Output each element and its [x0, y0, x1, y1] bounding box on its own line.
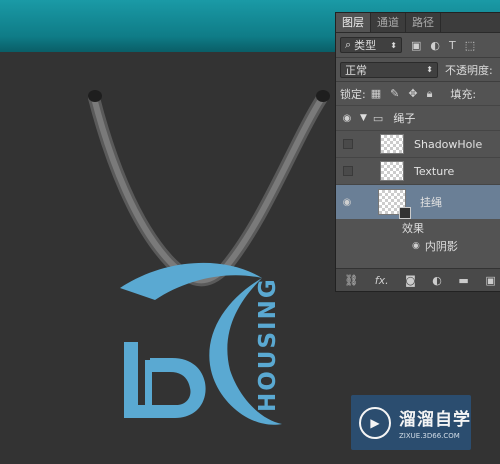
layer-row[interactable]: Texture [336, 157, 500, 184]
link-icon[interactable]: ⛓︎ [344, 274, 358, 287]
layer-row[interactable]: ShadowHole [336, 130, 500, 157]
effects-label: 效果 [402, 222, 424, 235]
search-icon: ⌕ [345, 38, 352, 51]
layer-thumbnail [380, 161, 404, 181]
layer-thumbnail [380, 134, 404, 154]
disclosure-triangle-icon[interactable]: ▼ [360, 113, 367, 123]
layer-name: ShadowHole [414, 137, 483, 151]
updown-icon: ⬍ [390, 40, 397, 50]
effects-row[interactable]: 效果 [336, 219, 500, 237]
eye-icon[interactable]: ◉ [336, 113, 358, 124]
image-filter-icon[interactable]: ▣ [411, 39, 421, 52]
watermark-text: 溜溜自学 ZIXUE.3D66.COM [399, 405, 471, 440]
adjustment-icon[interactable]: ◐ [432, 274, 442, 287]
folder-icon: ▭ [372, 111, 384, 125]
layer-name: Texture [414, 164, 455, 178]
new-layer-icon[interactable]: ▣ [485, 274, 495, 287]
filter-row: ⌕ 类型 ⬍ ▣ ◐ T ⬚ [336, 33, 500, 57]
effects-badge-icon [399, 207, 411, 219]
watermark-url: ZIXUE.3D66.COM [399, 432, 460, 440]
group-name: 绳子 [393, 112, 416, 125]
lock-row: 锁定: ▦ ✎ ✥ 🔒︎ 填充: [336, 81, 500, 105]
visibility-toggle[interactable] [343, 139, 353, 149]
folder-icon[interactable]: ▬ [458, 274, 468, 287]
lock-pixels-icon[interactable]: ✎ [390, 87, 399, 100]
lock-all-icon[interactable]: 🔒︎ [427, 87, 433, 101]
lock-transparent-icon[interactable]: ▦ [371, 87, 381, 100]
layer-thumbnail [378, 189, 411, 219]
updown-icon: ⬍ [426, 65, 433, 74]
panel-footer: ⛓︎ fx. ◙ ◐ ▬ ▣ [336, 268, 500, 291]
type-filter-icon[interactable]: T [449, 39, 456, 52]
watermark-title: 溜溜自学 [399, 410, 471, 430]
blend-row: 正常 ⬍ 不透明度: [336, 57, 500, 81]
effect-inner-shadow-row[interactable]: ◉ 内阴影 [336, 237, 500, 255]
watermark: ▶ 溜溜自学 ZIXUE.3D66.COM [351, 395, 471, 450]
adjustment-filter-icon[interactable]: ◐ [430, 39, 440, 52]
mask-icon[interactable]: ◙ [405, 274, 416, 287]
panel-tabs: 图层 通道 路径 [336, 13, 500, 33]
tab-layers[interactable]: 图层 [336, 13, 371, 32]
play-icon: ▶ [359, 406, 391, 439]
fill-label: 填充: [450, 87, 477, 101]
housing-text: HOUSING [255, 277, 281, 412]
tab-channels[interactable]: 通道 [371, 13, 406, 32]
fx-icon[interactable]: fx. [375, 274, 389, 287]
filter-kind-value: 类型 [354, 39, 377, 52]
opacity-label: 不透明度: [445, 63, 493, 77]
shape-filter-icon[interactable]: ⬚ [465, 39, 475, 52]
visibility-toggle[interactable] [343, 166, 353, 176]
document-canvas: HOUSING 图层 通道 路径 ⌕ 类型 ⬍ ▣ ◐ T ⬚ 正常 ⬍ 不透明… [0, 0, 500, 464]
blend-mode-select[interactable]: 正常 ⬍ [340, 61, 438, 78]
layers-panel: 图层 通道 路径 ⌕ 类型 ⬍ ▣ ◐ T ⬚ 正常 ⬍ 不透明度: 锁定: ▦ [335, 12, 500, 292]
eye-icon[interactable]: ◉ [412, 241, 420, 251]
lock-position-icon[interactable]: ✥ [408, 87, 417, 100]
rope-icon [88, 90, 330, 287]
effect-name: 内阴影 [424, 240, 458, 253]
blend-mode-value: 正常 [345, 63, 367, 77]
layer-group-rope[interactable]: ◉ ▼ ▭ 绳子 [336, 105, 500, 130]
tab-paths[interactable]: 路径 [406, 13, 441, 32]
eye-icon[interactable]: ◉ [336, 197, 358, 208]
lock-label: 锁定: [340, 87, 366, 101]
layer-name: 挂绳 [420, 196, 442, 209]
filter-kind-select[interactable]: ⌕ 类型 ⬍ [340, 37, 402, 53]
layer-row-selected[interactable]: ◉ 挂绳 [336, 184, 500, 219]
